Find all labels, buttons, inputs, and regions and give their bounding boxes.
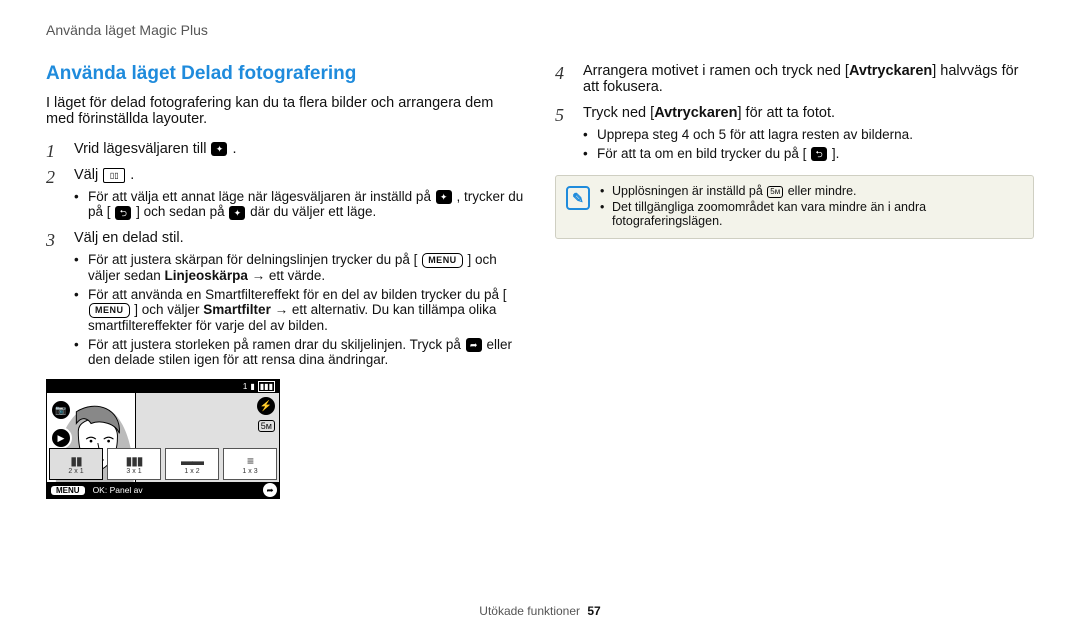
section-heading: Använda läget Delad fotografering xyxy=(46,63,525,85)
step-text: Välj xyxy=(74,167,102,183)
substep: För att justera storleken på ramen drar … xyxy=(74,337,525,367)
note-item: Upplösningen är inställd på 5м eller min… xyxy=(600,184,1023,198)
share-forward-icon: ➦ xyxy=(466,338,482,352)
mode-dial-icon: ✦ xyxy=(436,190,452,204)
text: Upplösningen är inställd på xyxy=(612,184,766,198)
step-number: 4 xyxy=(555,63,564,84)
text: ]. xyxy=(832,146,840,161)
shutter-label: Avtryckaren xyxy=(654,105,737,121)
layout-thumb-2x1: ▮▮2 x 1 xyxy=(49,448,103,480)
step-number: 3 xyxy=(46,230,55,251)
diagram-bottombar: MENU OK: Panel av ➦ xyxy=(47,482,279,498)
split-shot-mode-icon: ▯▯ xyxy=(103,168,125,183)
option-name: Linjeoskärpa xyxy=(165,268,248,283)
step-text: Välj en delad stil. xyxy=(74,230,184,246)
text: ] och väljer xyxy=(134,302,203,317)
layout-thumbnails-row: ▮▮2 x 1 ▮▮▮3 x 1 ▬▬1 x 2 ≡1 x 3 xyxy=(47,446,279,482)
page-number: 57 xyxy=(587,604,600,618)
steps-list-cont: 4 Arrangera motivet i ramen och tryck ne… xyxy=(555,63,1034,161)
diagram-body: 📷 ▶ ✦ ⚡ 5м ▮▮2 x 1 ▮▮▮3 x 1 ▬▬1 x 2 ≡1 x… xyxy=(47,393,279,498)
text: För att justera storleken på ramen drar … xyxy=(88,337,465,352)
layout-thumb-3x1: ▮▮▮3 x 1 xyxy=(107,448,161,480)
menu-button-icon: MENU xyxy=(89,303,130,318)
step-4: 4 Arrangera motivet i ramen och tryck ne… xyxy=(555,63,1034,95)
right-column: 4 Arrangera motivet i ramen och tryck ne… xyxy=(555,63,1034,499)
share-forward-icon: ➦ xyxy=(263,483,277,497)
menu-button-icon: MENU xyxy=(422,253,463,268)
resolution-badge: 5м xyxy=(258,420,275,432)
resolution-5m-icon: 5м xyxy=(767,186,783,198)
flash-icon: ⚡ xyxy=(257,397,275,415)
step-text: Vrid lägesväljaren till xyxy=(74,141,210,157)
battery-icon: ▮▮▮ xyxy=(258,381,275,392)
substep: För att justera skärpan för delningslinj… xyxy=(74,252,525,283)
text: För att välja ett annat läge när lägesvä… xyxy=(88,189,435,204)
text: Tryck ned [ xyxy=(583,105,654,121)
camera-icon: 📷 xyxy=(50,399,72,421)
diagram-right-icons: ⚡ 5м xyxy=(257,397,275,432)
text: För att använda en Smartfiltereffekt för… xyxy=(88,287,506,302)
layout-thumb-1x3: ≡1 x 3 xyxy=(223,448,277,480)
text: ] för att ta fotot. xyxy=(737,105,835,121)
left-column: Använda läget Delad fotografering I läge… xyxy=(46,63,525,499)
text: För att justera skärpan för delningslinj… xyxy=(88,252,417,267)
steps-list: 1 Vrid lägesväljaren till ✦ . 2 Välj ▯▯ … xyxy=(46,141,525,367)
mode-dial-icon: ✦ xyxy=(211,142,227,156)
two-column-layout: Använda läget Delad fotografering I läge… xyxy=(46,63,1034,499)
substep: Upprepa steg 4 och 5 för att lagra reste… xyxy=(583,127,1034,142)
text: För att ta om en bild trycker du på [ xyxy=(597,146,806,161)
ok-label: OK: Panel av xyxy=(93,485,143,495)
step-number: 1 xyxy=(46,141,55,162)
substep: För att ta om en bild trycker du på [ ⮌ … xyxy=(583,146,1034,161)
note-icon: ✎ xyxy=(566,186,590,210)
menu-label: MENU xyxy=(51,486,85,495)
frame-count: 1 xyxy=(243,382,247,391)
memory-card-icon: ▮ xyxy=(250,382,254,391)
camera-screen-diagram: 1 ▮ ▮▮▮ xyxy=(46,379,280,499)
text: → ett värde. xyxy=(252,268,326,283)
substep: För att välja ett annat läge när lägesvä… xyxy=(74,189,525,220)
step-text: . xyxy=(233,141,237,157)
text: ] och sedan på xyxy=(136,204,228,219)
layout-thumb-1x2: ▬▬1 x 2 xyxy=(165,448,219,480)
mode-menu-icon: ✦ xyxy=(229,206,245,220)
page-footer: Utökade funktioner 57 xyxy=(0,604,1080,618)
footer-label: Utökade funktioner xyxy=(479,604,580,618)
step-number: 5 xyxy=(555,105,564,126)
manual-page: Använda läget Magic Plus Använda läget D… xyxy=(0,0,1080,630)
text: eller mindre. xyxy=(788,184,857,198)
substep: För att använda en Smartfiltereffekt för… xyxy=(74,287,525,333)
step-3: 3 Välj en delad stil. För att justera sk… xyxy=(46,230,525,367)
step-number: 2 xyxy=(46,167,55,188)
step-1: 1 Vrid lägesväljaren till ✦ . xyxy=(46,141,525,157)
step-text: . xyxy=(130,167,134,183)
intro-paragraph: I läget för delad fotografering kan du t… xyxy=(46,95,525,127)
step-2: 2 Välj ▯▯ . För att välja ett annat läge… xyxy=(46,167,525,220)
option-name: Smartfilter xyxy=(203,302,271,317)
text: där du väljer ett läge. xyxy=(250,204,376,219)
note-item: Det tillgängliga zoomområdet kan vara mi… xyxy=(600,200,1023,228)
shutter-label: Avtryckaren xyxy=(849,63,932,79)
step-5: 5 Tryck ned [Avtryckaren] för att ta fot… xyxy=(555,105,1034,161)
back-key-icon: ⮌ xyxy=(115,206,131,220)
note-box: ✎ Upplösningen är inställd på 5м eller m… xyxy=(555,175,1034,239)
back-key-icon: ⮌ xyxy=(811,147,827,161)
text: Arrangera motivet i ramen och tryck ned … xyxy=(583,63,849,79)
diagram-statusbar: 1 ▮ ▮▮▮ xyxy=(47,380,279,393)
running-header: Använda läget Magic Plus xyxy=(46,22,1034,38)
